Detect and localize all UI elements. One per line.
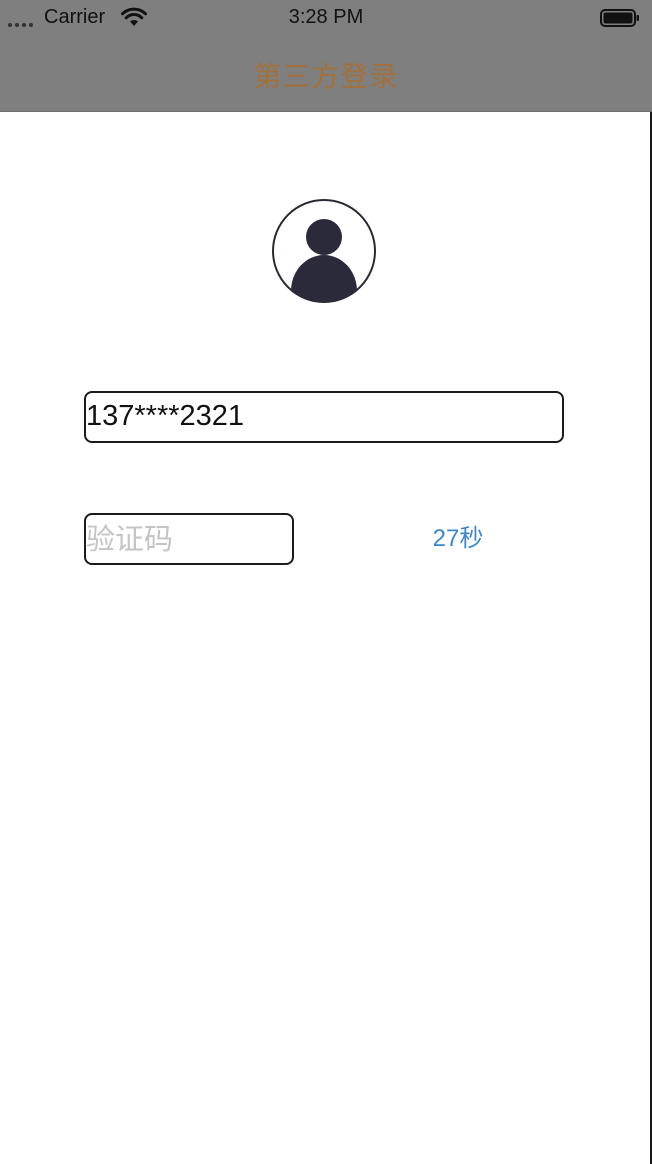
clock-time: 3:28 PM xyxy=(288,6,364,28)
resend-countdown-button[interactable]: 27秒 xyxy=(408,521,508,557)
navigation-bar: Carrier 3:28 PM 第三方登录 xyxy=(0,0,652,112)
phone-number-field[interactable]: 137****2321 xyxy=(84,391,564,443)
battery-icon xyxy=(600,9,639,27)
user-avatar-icon xyxy=(272,199,376,303)
page-title: 第三方登录 xyxy=(253,61,399,92)
login-screen: Carrier 3:28 PM 第三方登录 137****2321 验证码 27… xyxy=(0,0,652,1164)
verification-code-input[interactable] xyxy=(84,513,294,565)
status-bar: Carrier 3:28 PM xyxy=(0,0,652,36)
